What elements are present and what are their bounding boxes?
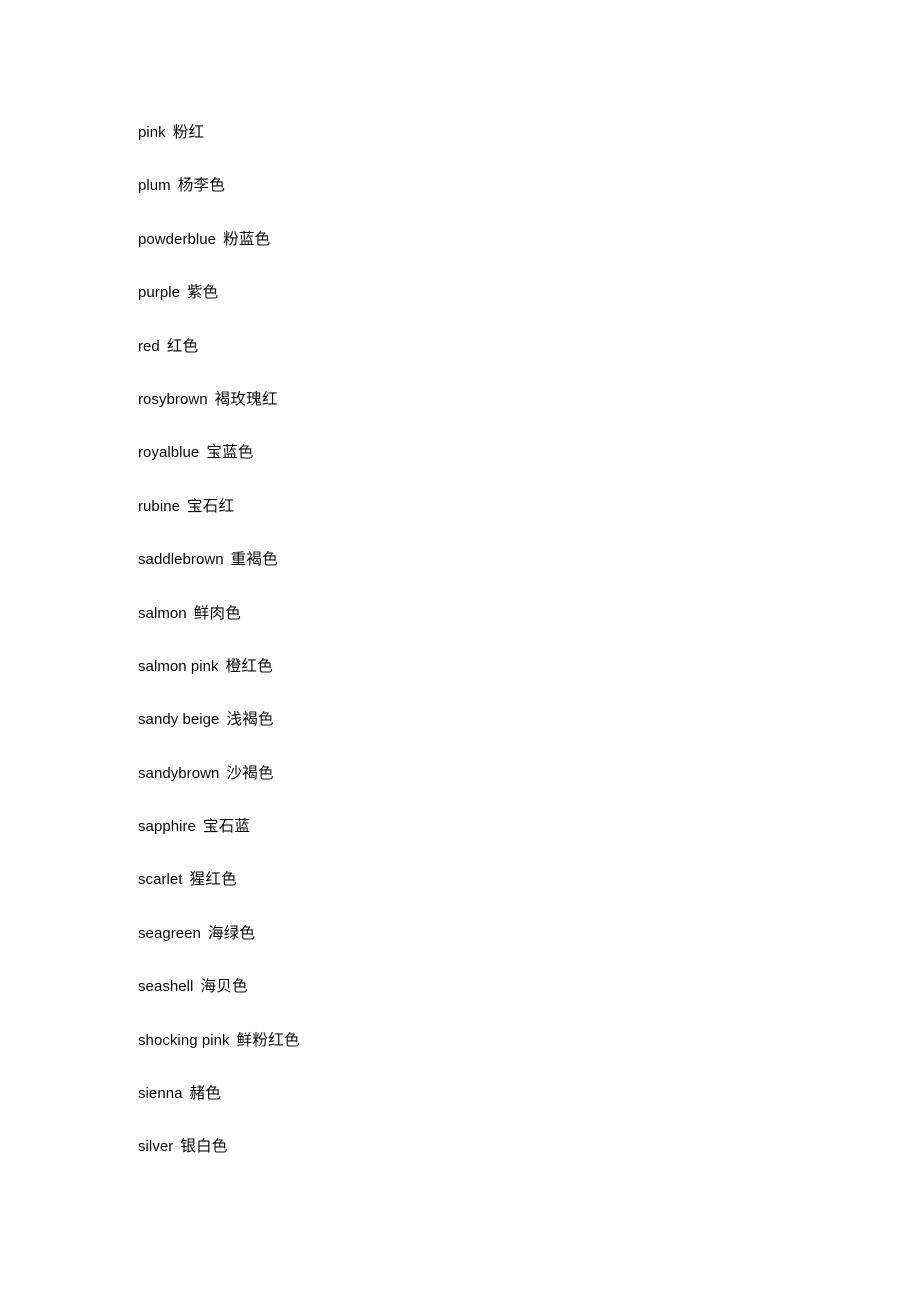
color-term-chinese: 海贝色	[200, 977, 248, 996]
color-term-chinese: 杨李色	[177, 176, 226, 195]
color-term-chinese: 宝蓝色	[206, 443, 254, 462]
glossary-entry: plum 杨李色	[138, 159, 838, 212]
color-term-chinese: 重褐色	[230, 550, 279, 569]
glossary-entry: salmon 鲜肉色	[138, 587, 838, 640]
glossary-entry: rubine 宝石红	[138, 480, 838, 533]
glossary-entry: sapphire 宝石蓝	[138, 800, 838, 853]
color-term-chinese: 鲜粉红色	[236, 1030, 300, 1049]
color-term-english: rosybrown	[138, 390, 208, 408]
glossary-entry: salmon pink 橙红色	[138, 640, 838, 693]
glossary-entry: seagreen 海绿色	[138, 907, 838, 960]
color-term-english: seagreen	[138, 924, 201, 942]
glossary-entry: royalblue 宝蓝色	[138, 426, 838, 479]
color-term-chinese: 宝石蓝	[202, 817, 251, 836]
color-term-english: rubine	[138, 497, 180, 515]
color-term-chinese: 橙红色	[225, 656, 273, 675]
glossary-entry: powderblue 粉蓝色	[138, 213, 838, 266]
color-term-english: pink	[138, 124, 166, 141]
document-page: pink 粉红 plum 杨李色 powderblue 粉蓝色 purple 紫色 red 红色 r…	[0, 0, 920, 1302]
color-term-english: plum	[138, 177, 171, 195]
color-term-english: salmon pink	[138, 657, 219, 675]
glossary-entry: silver 银白色	[138, 1120, 838, 1173]
glossary-entry: scarlet 猩红色	[138, 853, 838, 906]
color-term-chinese: 猩红色	[189, 870, 237, 889]
glossary-entry: seashell 海贝色	[138, 960, 838, 1013]
glossary-entry: saddlebrown 重褐色	[138, 533, 838, 586]
color-term-english: seashell	[138, 978, 194, 996]
color-term-english: powderblue	[138, 230, 217, 248]
color-glossary-list: pink 粉红 plum 杨李色 powderblue 粉蓝色 purple 紫色 red 红色 r…	[138, 106, 838, 1174]
color-term-chinese: 红色	[166, 336, 199, 355]
color-term-chinese: 宝石红	[187, 496, 235, 515]
glossary-entry: sandy beige 浅褐色	[138, 693, 838, 746]
glossary-entry: sienna 赭色	[138, 1067, 838, 1120]
color-term-english: sandy beige	[138, 711, 220, 729]
glossary-entry: rosybrown 褐玫瑰红	[138, 373, 838, 426]
glossary-entry: shocking pink 鲜粉红色	[138, 1014, 838, 1067]
glossary-entry: pink 粉红	[138, 106, 838, 159]
color-term-chinese: 鲜肉色	[193, 603, 242, 622]
color-term-chinese: 浅褐色	[226, 710, 274, 729]
color-term-english: shocking pink	[138, 1031, 230, 1049]
color-term-english: silver	[138, 1138, 174, 1156]
color-term-chinese: 粉蓝色	[223, 229, 271, 248]
color-term-english: scarlet	[138, 871, 183, 889]
color-term-chinese: 紫色	[187, 283, 219, 302]
color-term-chinese: 海绿色	[207, 923, 256, 942]
color-term-english: sapphire	[138, 818, 196, 836]
color-term-english: purple	[138, 284, 180, 302]
glossary-entry: sandybrown 沙褐色	[138, 747, 838, 800]
color-term-chinese: 粉红	[172, 123, 205, 141]
color-term-english: saddlebrown	[138, 551, 224, 569]
color-term-chinese: 沙褐色	[226, 763, 274, 782]
color-term-english: sienna	[138, 1085, 183, 1103]
color-term-chinese: 褐玫瑰红	[214, 389, 278, 408]
color-term-chinese: 银白色	[180, 1137, 228, 1156]
color-term-english: salmon	[138, 604, 187, 622]
color-term-english: red	[138, 337, 160, 355]
color-term-chinese: 赭色	[189, 1084, 222, 1103]
glossary-entry: red 红色	[138, 320, 838, 373]
glossary-entry: purple 紫色	[138, 266, 838, 319]
color-term-english: sandybrown	[138, 764, 220, 782]
color-term-english: royalblue	[138, 444, 200, 462]
